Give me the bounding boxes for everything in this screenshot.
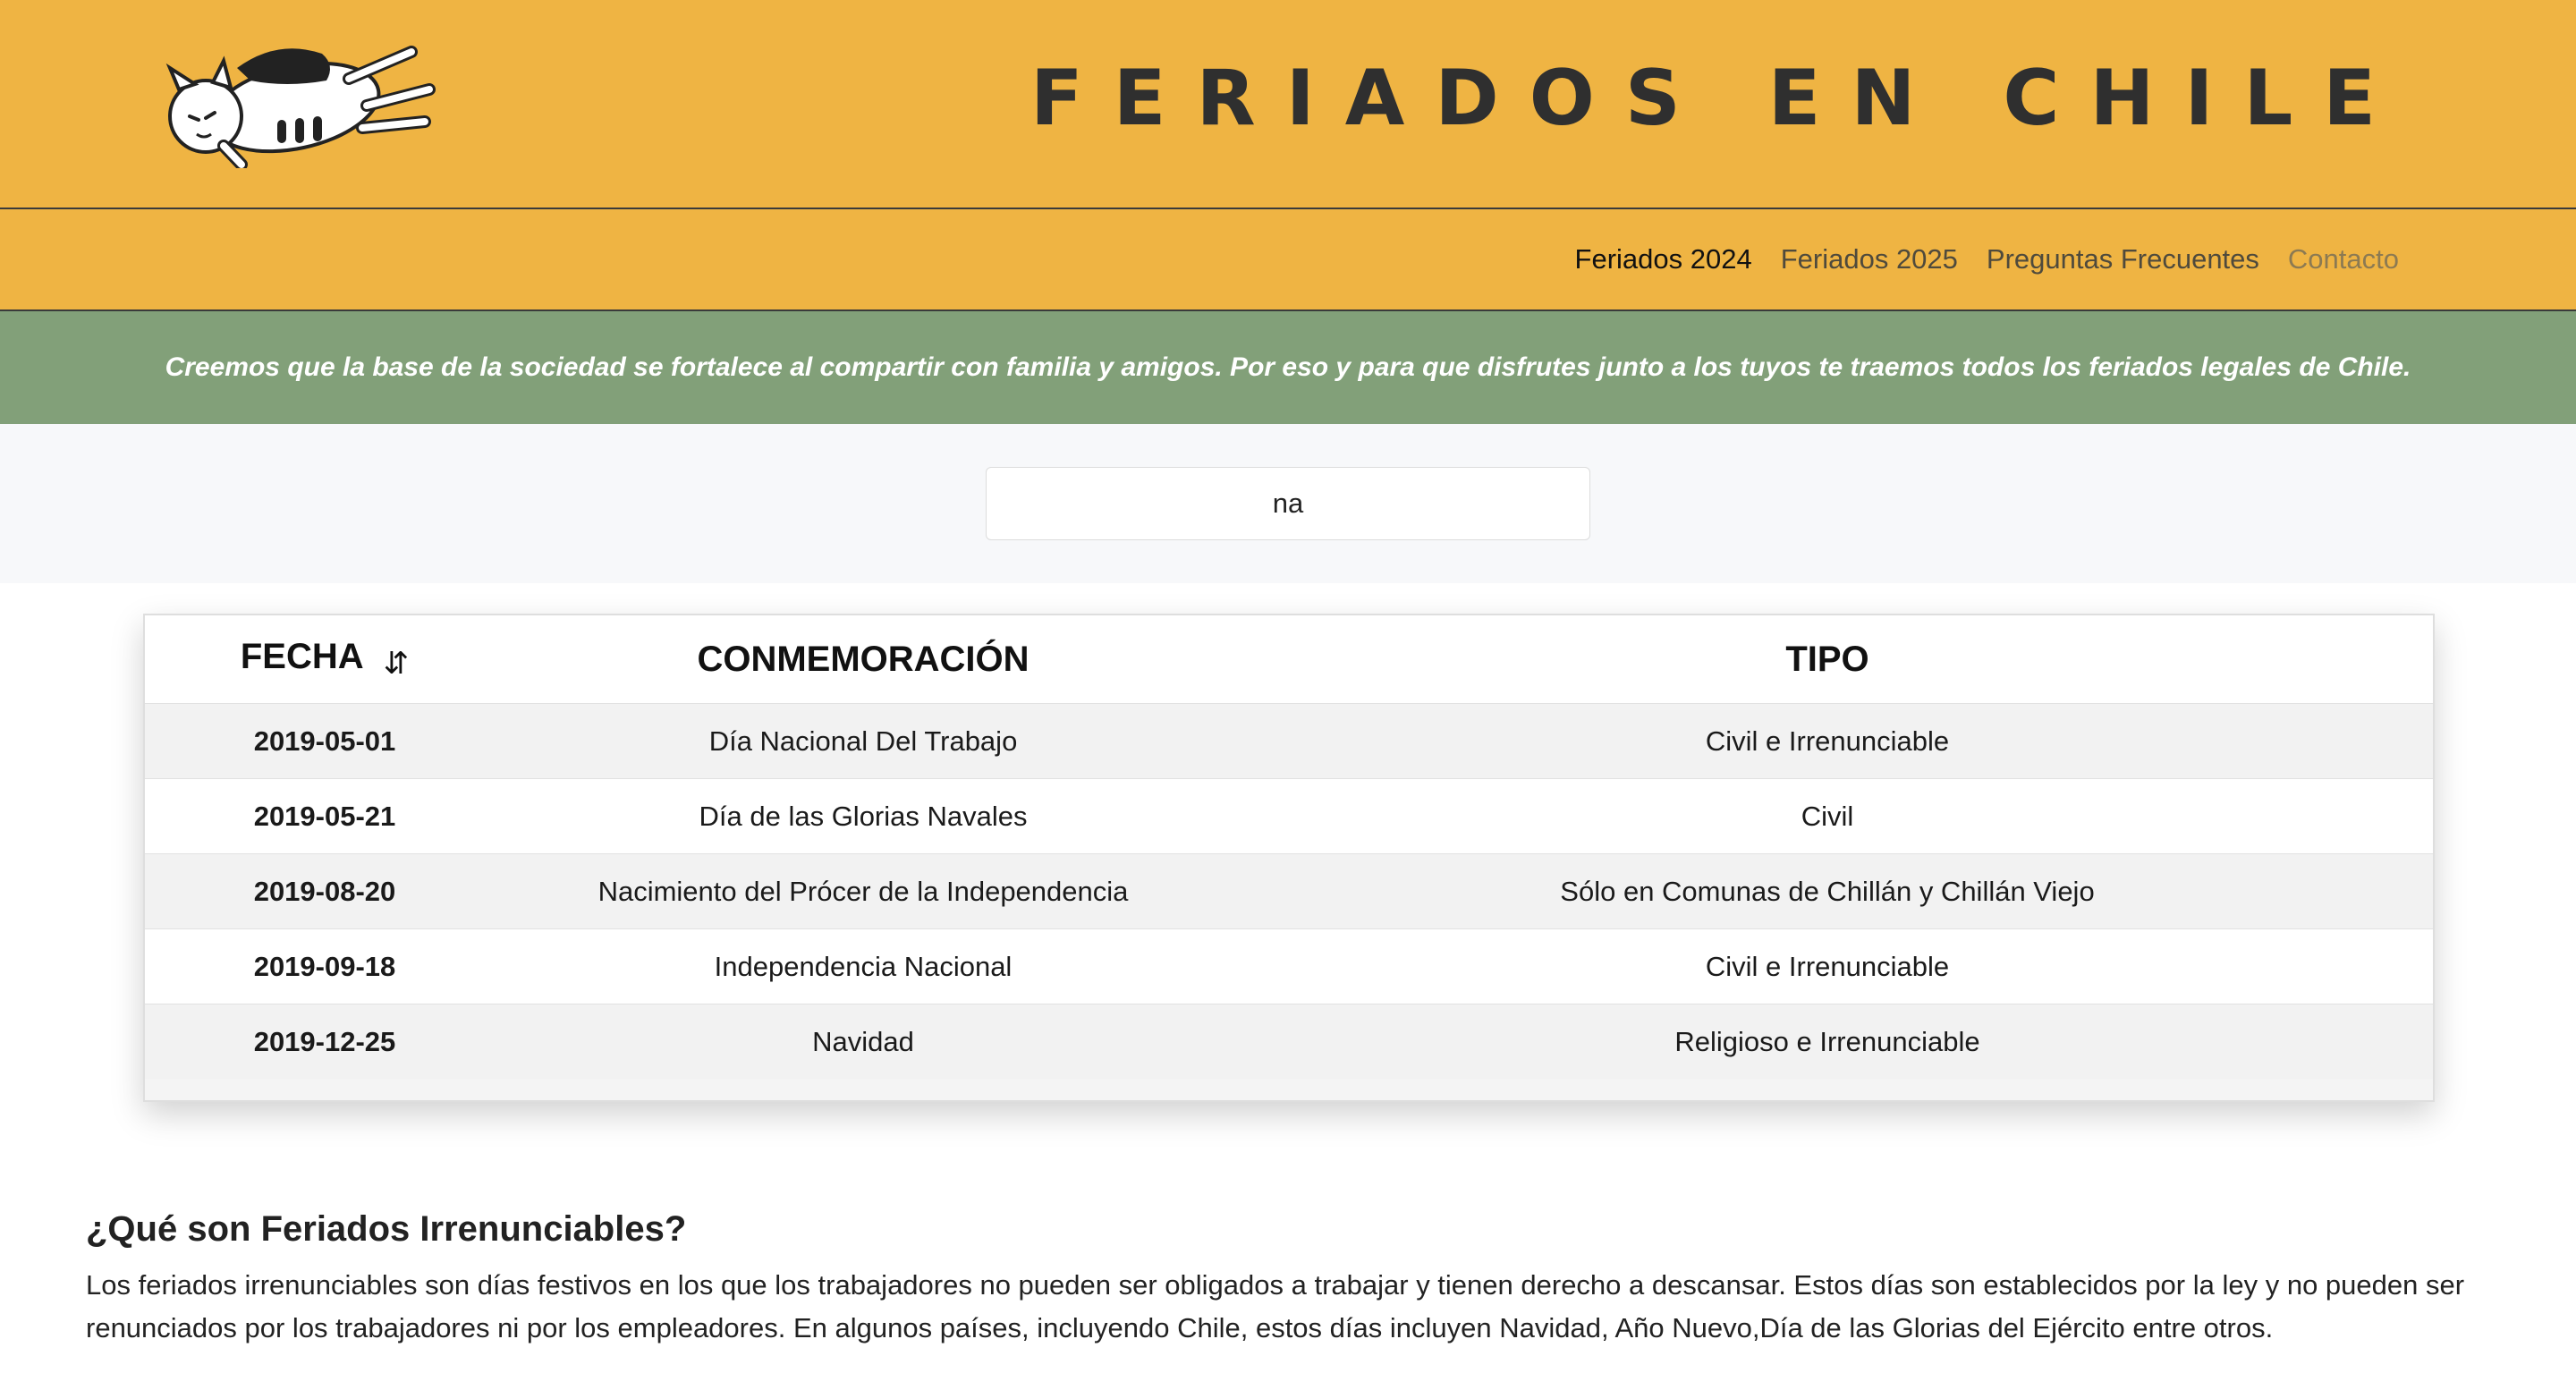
nav-item-feriados-2024[interactable]: Feriados 2024	[1575, 243, 1752, 275]
table-row: 2019-05-01 Día Nacional Del Trabajo Civi…	[145, 703, 2433, 779]
faq-body: Los feriados irrenunciables son días fes…	[86, 1269, 2465, 1343]
cell-fecha: 2019-12-25	[145, 1004, 504, 1079]
site-header: FERIADOS EN CHILE	[0, 0, 2576, 209]
search-input[interactable]	[986, 467, 1590, 540]
sleeping-cat-logo[interactable]	[143, 34, 438, 168]
banner-text: Creemos que la base de la sociedad se fo…	[165, 352, 2411, 382]
cell-fecha: 2019-09-18	[145, 928, 504, 1004]
faq-section: ¿Qué son Feriados Irrenunciables? Los fe…	[86, 1209, 2465, 1350]
column-header-conmemoracion: CONMEMORACIÓN	[697, 639, 1030, 679]
column-header-tipo: TIPO	[1785, 639, 1869, 679]
nav-item-contacto[interactable]: Contacto	[2288, 243, 2399, 275]
table-header-row: FECHA ⇵ CONMEMORACIÓN TIPO	[145, 615, 2433, 704]
sort-icon[interactable]: ⇵	[384, 646, 410, 682]
cell-conmemoracion: Día de las Glorias Navales	[504, 778, 1222, 854]
cell-fecha: 2019-05-01	[145, 703, 504, 779]
cell-conmemoracion: Nacimiento del Prócer de la Independenci…	[504, 853, 1222, 929]
table-row: 2019-09-18 Independencia Nacional Civil …	[145, 928, 2433, 1004]
nav-item-preguntas-frecuentes[interactable]: Preguntas Frecuentes	[1987, 243, 2259, 275]
cell-conmemoracion: Navidad	[504, 1004, 1222, 1079]
table-row: 2019-05-21 Día de las Glorias Navales Ci…	[145, 778, 2433, 854]
cell-conmemoracion: Día Nacional Del Trabajo	[504, 703, 1222, 779]
holidays-table-container: FECHA ⇵ CONMEMORACIÓN TIPO 2019-05-01 Día…	[143, 614, 2435, 1102]
cell-tipo: Civil e Irrenunciable	[1222, 928, 2433, 1004]
cell-fecha: 2019-08-20	[145, 853, 504, 929]
cell-tipo: Civil e Irrenunciable	[1222, 703, 2433, 779]
cell-fecha: 2019-05-21	[145, 778, 504, 854]
holidays-table: FECHA ⇵ CONMEMORACIÓN TIPO 2019-05-01 Día…	[145, 615, 2433, 1079]
cell-conmemoracion: Independencia Nacional	[504, 928, 1222, 1004]
table-row: 2019-08-20 Nacimiento del Prócer de la I…	[145, 853, 2433, 929]
column-header-fecha[interactable]: FECHA ⇵	[145, 615, 504, 704]
cell-tipo: Religioso e Irrenunciable	[1222, 1004, 2433, 1079]
cell-tipo: Sólo en Comunas de Chillán y Chillán Vie…	[1222, 853, 2433, 929]
column-header-fecha-label: FECHA	[240, 637, 364, 676]
nav-item-feriados-2025[interactable]: Feriados 2025	[1781, 243, 1958, 275]
mission-banner: Creemos que la base de la sociedad se fo…	[0, 311, 2576, 424]
search-section	[0, 424, 2576, 583]
main-nav: Feriados 2024 Feriados 2025 Preguntas Fr…	[0, 209, 2576, 311]
table-row: 2019-12-25 Navidad Religioso e Irrenunci…	[145, 1004, 2433, 1079]
site-title: FERIADOS EN CHILE	[1030, 54, 2406, 143]
cell-tipo: Civil	[1222, 778, 2433, 854]
faq-title: ¿Qué son Feriados Irrenunciables?	[86, 1209, 687, 1249]
